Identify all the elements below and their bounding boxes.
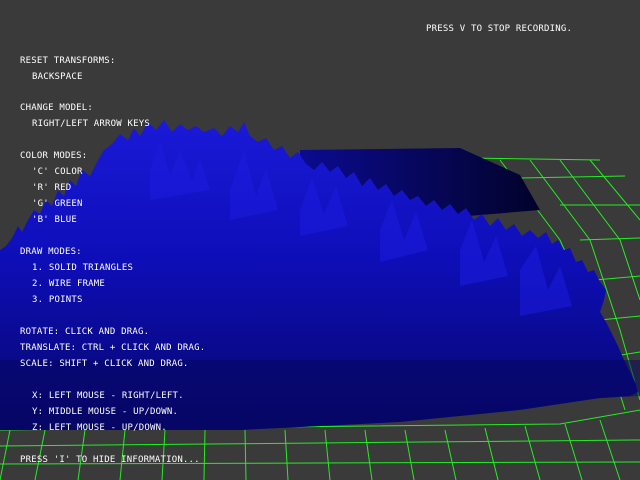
rotate-hint: ROTATE: CLICK AND DRAG. bbox=[20, 327, 150, 337]
color-mode-item: 'B' BLUE bbox=[32, 215, 77, 225]
translate-hint: TRANSLATE: CTRL + CLICK AND DRAG. bbox=[20, 343, 206, 353]
axis-hint: X: LEFT MOUSE - RIGHT/LEFT. bbox=[32, 391, 184, 401]
hide-info-hint: PRESS 'I' TO HIDE INFORMATION... bbox=[20, 455, 200, 465]
color-mode-item: 'R' RED bbox=[32, 183, 72, 193]
axis-hint: Y: MIDDLE MOUSE - UP/DOWN. bbox=[32, 407, 179, 417]
render-viewport[interactable]: PRESS V TO STOP RECORDING. RESET TRANSFO… bbox=[0, 0, 640, 480]
reset-key: BACKSPACE bbox=[32, 72, 83, 82]
recording-status: PRESS V TO STOP RECORDING. bbox=[426, 24, 573, 34]
scale-hint: SCALE: SHIFT + CLICK AND DRAG. bbox=[20, 359, 189, 369]
draw-mode-item: 1. SOLID TRIANGLES bbox=[32, 263, 134, 273]
model-keys: RIGHT/LEFT ARROW KEYS bbox=[32, 119, 150, 129]
model-heading: CHANGE MODEL: bbox=[20, 103, 94, 113]
color-mode-item: 'C' COLOR bbox=[32, 167, 83, 177]
draw-heading: DRAW MODES: bbox=[20, 247, 82, 257]
color-heading: COLOR MODES: bbox=[20, 151, 88, 161]
axis-hint: Z: LEFT MOUSE - UP/DOWN. bbox=[32, 423, 167, 433]
draw-mode-item: 2. WIRE FRAME bbox=[32, 279, 106, 289]
draw-mode-item: 3. POINTS bbox=[32, 295, 83, 305]
reset-heading: RESET TRANSFORMS: bbox=[20, 56, 116, 66]
color-mode-item: 'G' GREEN bbox=[32, 199, 83, 209]
